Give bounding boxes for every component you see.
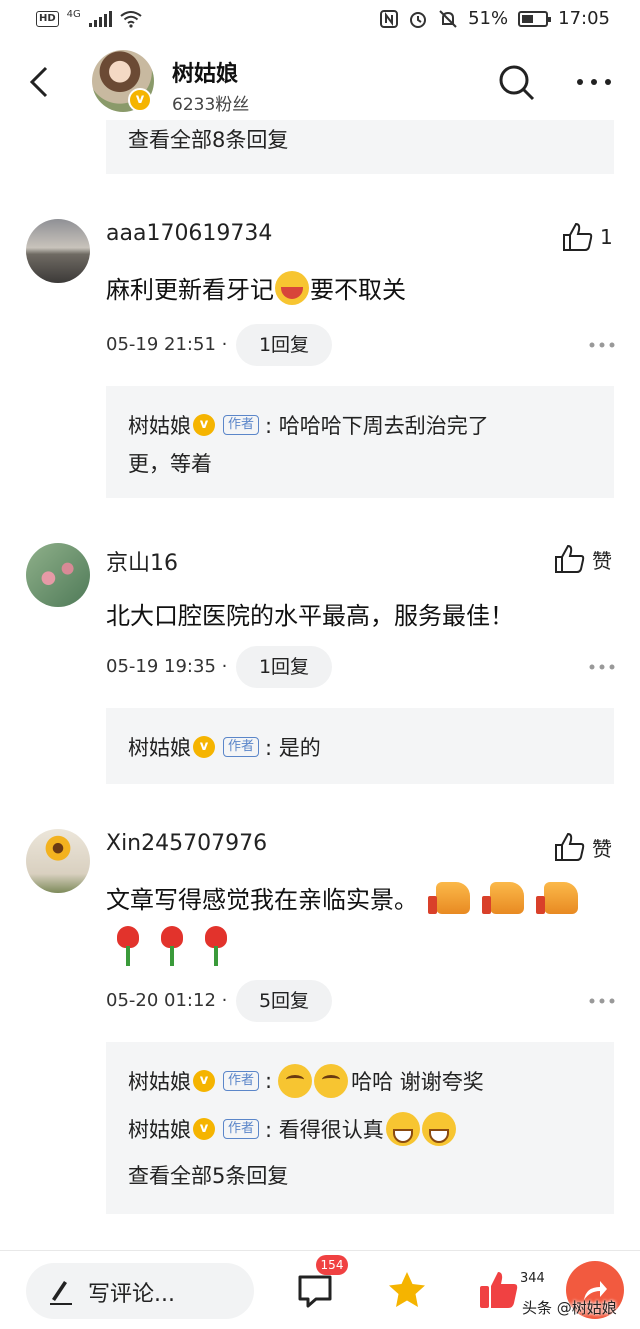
view-all-replies[interactable]: 查看全部8条回复 [128,124,288,154]
like-button[interactable]: 赞 [554,544,612,574]
comment-time: 05-19 19:35 · [106,656,228,677]
more-options-icon[interactable] [588,663,616,671]
article-header: v 树姑娘 6233粉丝 [0,44,640,120]
commenter-avatar[interactable] [26,219,90,283]
status-bar: HD 4G 51% 17:05 [0,0,640,44]
commenter-avatar[interactable] [26,543,90,607]
signal-icon [88,11,112,27]
thumbs-up-icon [555,832,585,861]
network-type: 4G [66,9,81,20]
write-comment-placeholder: 写评论... [88,1282,175,1307]
hd-indicator: HD [36,11,59,27]
smug-emoji-icon [314,1064,349,1098]
alarm-icon [410,11,427,28]
bottom-action-bar: 写评论... 154 344 头条 @树姑娘 [0,1250,640,1329]
rose-emoji-icon [114,926,142,966]
verified-badge-icon: v [128,88,152,112]
mute-bell-icon [439,9,457,28]
commenter-username[interactable]: Xin245707976 [106,831,267,856]
reply-text: 哈哈 谢谢夸奖 [351,1070,484,1094]
like-thumb-icon[interactable] [478,1269,520,1311]
like-button[interactable]: 赞 [554,832,612,862]
comment-time: 05-20 01:12 · [106,990,228,1011]
status-right: 51% 17:05 [380,8,610,29]
verified-badge-icon: v [193,1070,215,1092]
nfc-icon [380,9,399,28]
view-all-replies[interactable]: 查看全部5条回复 [128,1160,288,1190]
reply-item: 树姑娘 v 作者 : 哈哈 谢谢夸奖 [128,1064,484,1098]
battery-icon [518,10,552,27]
watermark: 头条 @树姑娘 [522,1299,617,1317]
reply-author[interactable]: 树姑娘 [128,410,191,440]
commenter-avatar[interactable] [26,829,90,893]
commenter-username[interactable]: 京山16 [106,545,178,577]
verified-badge-icon: v [193,736,215,758]
like-label: 赞 [592,548,612,573]
fans-count: 6233粉丝 [172,95,250,115]
grinning-emoji-icon [385,1112,420,1146]
write-comment-input[interactable]: 写评论... [26,1263,254,1319]
like-label: 赞 [592,836,612,861]
reply-box: 树姑娘 v 作者 : 哈哈哈下周去刮治完了 更，等着 [106,386,614,498]
comment-text: 文章写得感觉我在亲临实景。 [106,880,578,915]
reply-count-button[interactable]: 1回复 [236,324,332,366]
reply-text: : 哈哈哈下周去刮治完了 [265,414,489,438]
favorite-star-icon[interactable] [386,1269,428,1311]
reply-item: 树姑娘 v 作者 : 看得很认真 [128,1112,457,1146]
reply-item: 树姑娘 v 作者 : 哈哈哈下周去刮治完了 [128,410,489,440]
reply-author[interactable]: 树姑娘 [128,732,191,762]
reply-text: : 看得很认真 [265,1118,384,1142]
reply-item: 树姑娘 v 作者 : 是的 [128,732,321,762]
reply-text-continued: 更，等着 [128,452,212,476]
wifi-icon [120,11,142,28]
thumbs-up-emoji-icon [536,881,578,914]
more-options-icon[interactable] [588,341,616,349]
pen-icon [50,1281,72,1305]
comment-count-badge: 154 [316,1255,348,1275]
rose-emoji-icon [158,926,186,966]
article-like-count: 344 [520,1271,545,1286]
reply-author[interactable]: 树姑娘 [128,1066,191,1096]
author-tag: 作者 [223,1119,260,1139]
comment-time: 05-19 21:51 · [106,334,228,355]
like-button[interactable]: 1 [562,222,613,252]
reply-text: : 是的 [265,736,321,760]
back-arrow-icon[interactable] [22,62,58,102]
laughing-emoji-icon [275,270,309,305]
more-options-icon[interactable] [588,997,616,1005]
rose-emoji-icon [202,926,230,966]
comment-text: 麻利更新看牙记 要不取关 [106,270,406,305]
author-tag: 作者 [223,1071,260,1091]
reply-count-button[interactable]: 1回复 [236,646,332,688]
author-tag: 作者 [223,737,260,757]
comment-bubble-icon[interactable] [296,1271,334,1309]
thumbs-up-icon [563,222,593,251]
status-left: HD 4G [36,10,142,28]
thumbs-up-emoji-icon [428,881,470,914]
search-icon[interactable] [496,62,536,102]
reply-box: 树姑娘 v 作者 : 哈哈 谢谢夸奖 树姑娘 v 作者 : 看得很认真 查看全部… [106,1042,614,1214]
verified-badge-icon: v [193,414,215,436]
smug-emoji-icon [278,1064,313,1098]
verified-badge-icon: v [193,1118,215,1140]
reply-count-button[interactable]: 5回复 [236,980,332,1022]
grinning-emoji-icon [421,1112,456,1146]
reply-box: 查看全部8条回复 [106,120,614,174]
reply-box: 树姑娘 v 作者 : 是的 [106,708,614,784]
thumbs-up-icon [555,544,585,573]
like-count: 1 [600,225,613,249]
commenter-username[interactable]: aaa170619734 [106,221,272,246]
author-name[interactable]: 树姑娘 [172,56,238,88]
comment-emoji-line [114,926,246,966]
battery-percent: 51% [468,8,509,29]
clock: 17:05 [558,8,610,29]
author-tag: 作者 [223,415,260,435]
reply-text-prefix: : [265,1069,273,1093]
comment-text: 北大口腔医院的水平最高，服务最佳！ [106,602,514,630]
thumbs-up-emoji-icon [482,881,524,914]
more-options-icon[interactable] [572,72,616,92]
reply-author[interactable]: 树姑娘 [128,1114,191,1144]
